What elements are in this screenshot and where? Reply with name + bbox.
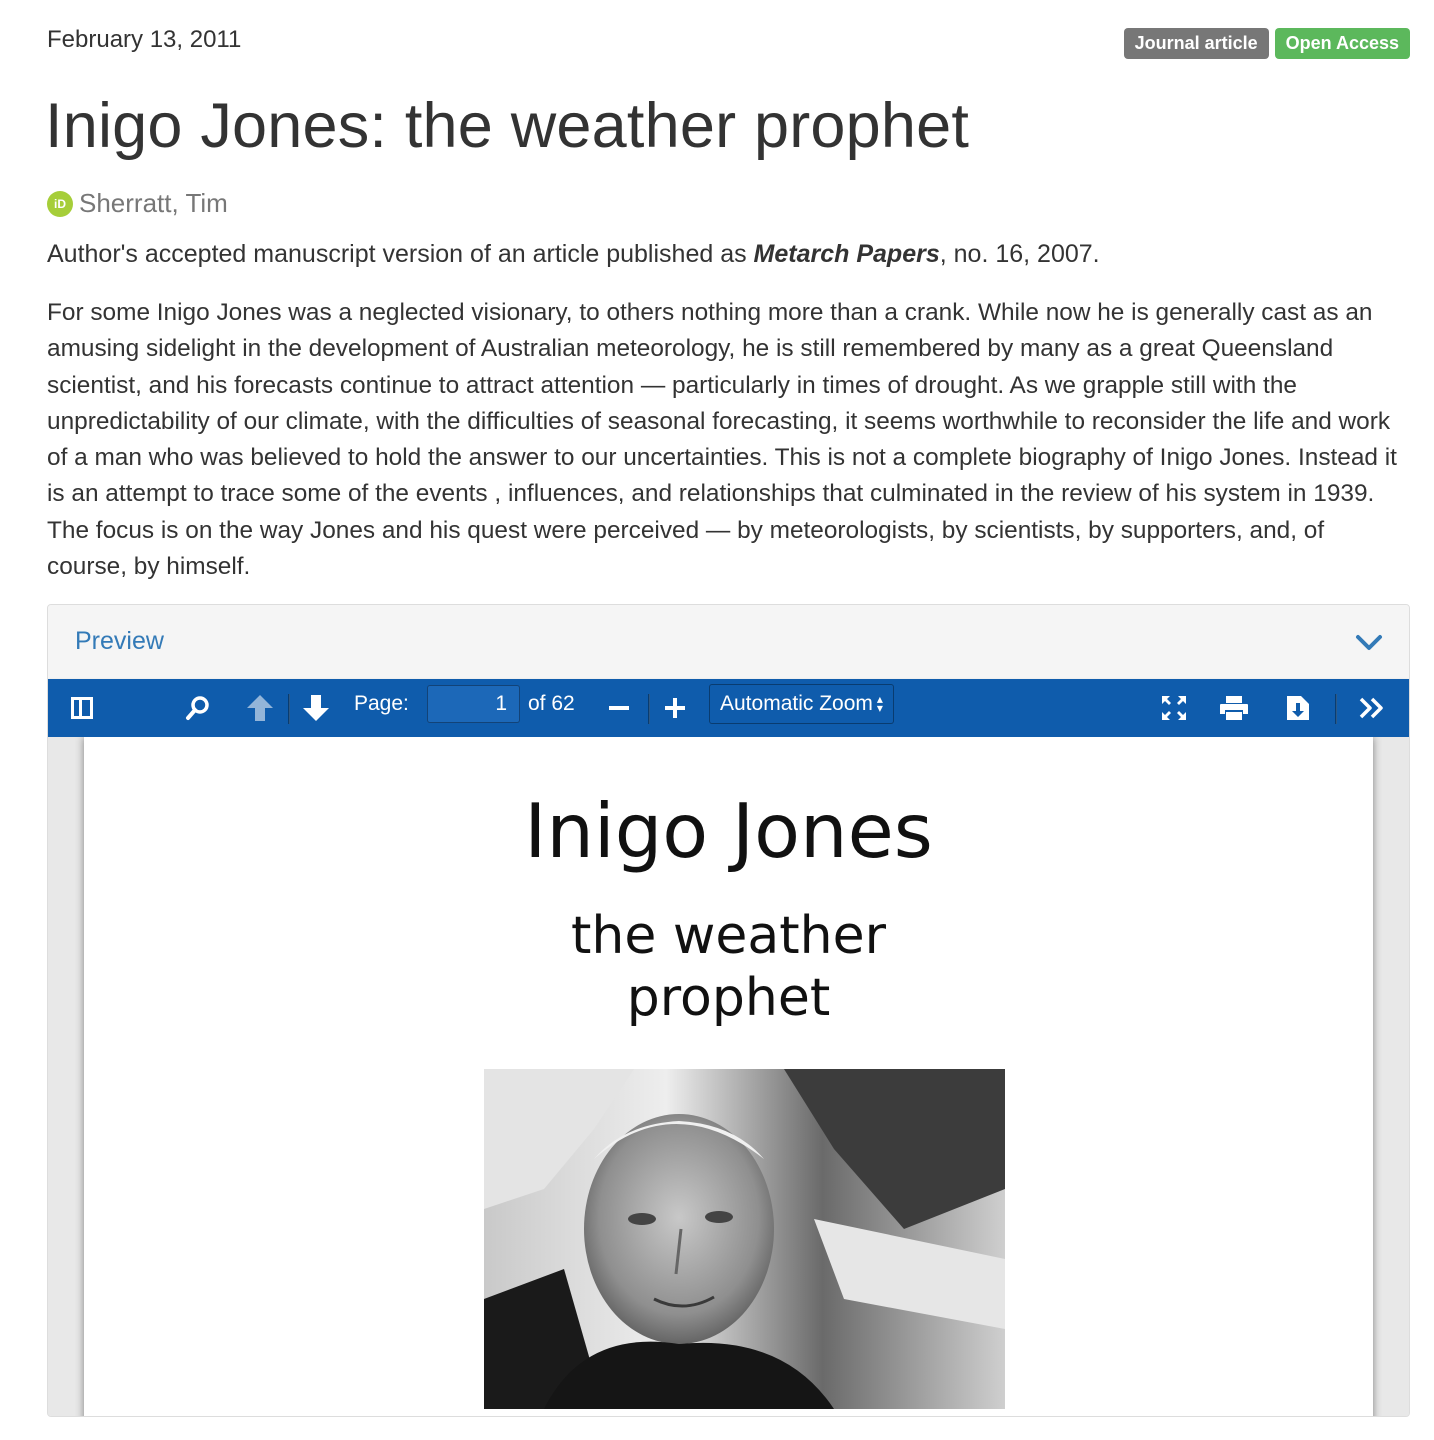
page-title: Inigo Jones: the weather prophet <box>45 91 970 161</box>
pdf-subtitle-line: the weather <box>571 906 886 966</box>
download-icon <box>1287 696 1309 720</box>
pdf-viewer[interactable]: Inigo Jones the weather prophet <box>48 737 1409 1416</box>
abstract: For some Inigo Jones was a neglected vis… <box>47 299 1397 581</box>
previous-page-button[interactable] <box>242 679 278 737</box>
pdf-subtitle: the weather prophet <box>84 905 1373 1029</box>
badge-group: Journal article Open Access <box>1123 28 1410 59</box>
page-label: Page: <box>354 692 409 715</box>
toolbar-divider <box>288 694 290 724</box>
chevron-down-icon[interactable] <box>1355 628 1383 656</box>
arrow-down-icon <box>303 695 329 721</box>
download-button[interactable] <box>1280 679 1316 737</box>
presentation-mode-button[interactable] <box>1156 679 1192 737</box>
preview-panel-header[interactable]: Preview <box>48 605 1409 679</box>
search-icon <box>186 696 209 720</box>
type-badge: Journal article <box>1123 28 1269 59</box>
page-total: of 62 <box>528 692 575 715</box>
double-chevron-right-icon <box>1359 697 1383 719</box>
pdf-title: Inigo Jones <box>524 787 933 875</box>
author-name[interactable]: Sherratt, Tim <box>79 188 228 219</box>
portrait-photo <box>484 1069 1005 1409</box>
zoom-in-button[interactable] <box>660 679 690 737</box>
author-line: iD Sherratt, Tim <box>47 188 228 219</box>
publication-date: February 13, 2011 <box>47 26 242 53</box>
toolbar-divider <box>648 694 650 724</box>
sidebar-toggle-icon <box>71 697 93 719</box>
tools-button[interactable] <box>1354 679 1390 737</box>
zoom-in-icon <box>665 698 685 718</box>
print-icon <box>1220 696 1248 720</box>
preview-heading[interactable]: Preview <box>75 627 164 656</box>
preview-panel: Preview Page: 1 of 62 Automatic Zoom ▴ ▾… <box>47 604 1410 1417</box>
page-number-input[interactable] <box>427 685 520 723</box>
orcid-icon[interactable]: iD <box>47 190 73 217</box>
journal-name: Metarch Papers <box>753 240 940 268</box>
access-badge: Open Access <box>1274 28 1410 59</box>
zoom-select[interactable]: Automatic Zoom ▴ ▾ <box>709 684 894 724</box>
sidebar-toggle-button[interactable] <box>64 679 100 737</box>
pdf-toolbar: Page: of 62 Automatic Zoom ▴▾ <box>48 679 1409 737</box>
toolbar-divider <box>1335 694 1337 724</box>
zoom-value: Automatic Zoom <box>720 692 873 715</box>
select-caret-icon: ▴ ▾ <box>876 692 883 715</box>
next-page-button[interactable] <box>298 679 334 737</box>
find-button[interactable] <box>180 679 216 737</box>
pdf-page: Inigo Jones the weather prophet <box>84 737 1373 1416</box>
print-button[interactable] <box>1216 679 1252 737</box>
zoom-out-button[interactable] <box>604 679 634 737</box>
version-prefix: Author's accepted manuscript version of … <box>47 240 754 268</box>
fullscreen-icon <box>1162 696 1186 720</box>
pdf-subtitle-line: prophet <box>626 968 831 1028</box>
version-note: Author's accepted manuscript version of … <box>47 240 1100 269</box>
zoom-out-icon <box>609 706 629 710</box>
version-suffix: , no. 16, 2007. <box>939 240 1100 268</box>
arrow-up-icon <box>247 695 273 721</box>
